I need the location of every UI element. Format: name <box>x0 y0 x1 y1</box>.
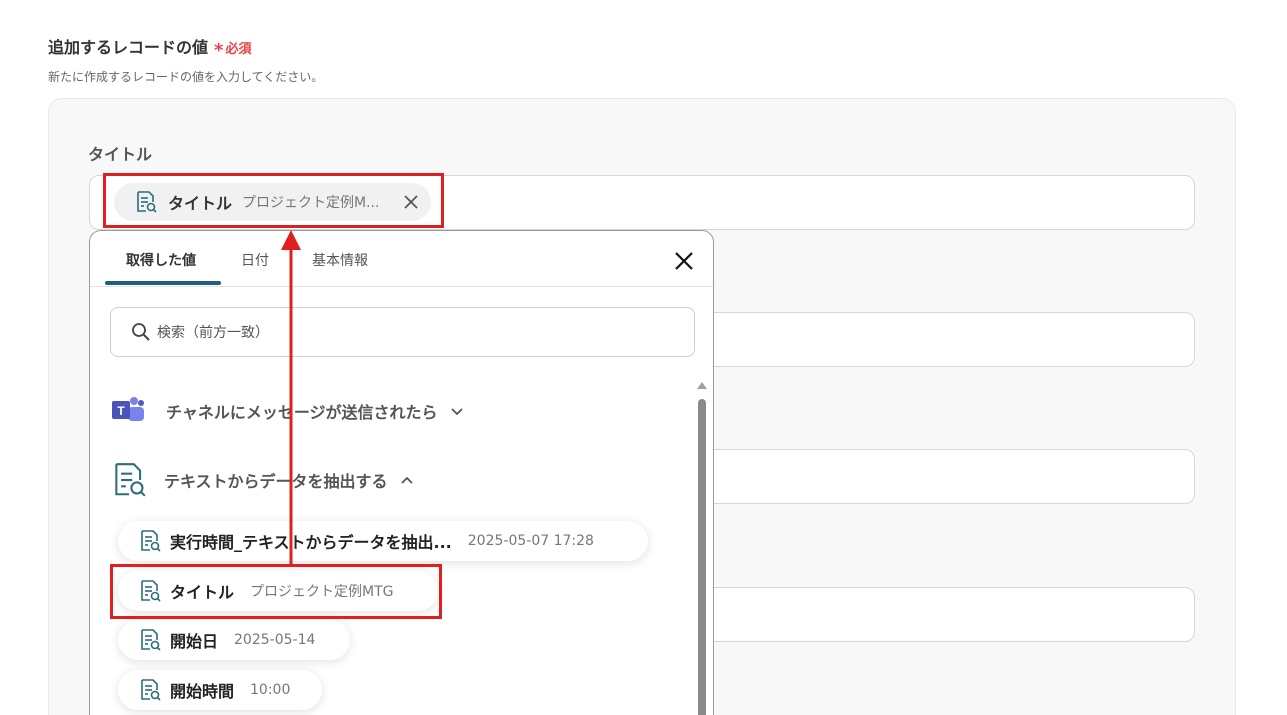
chevron-down-icon <box>450 408 463 416</box>
section-title-text: 追加するレコードの値 <box>48 38 209 57</box>
group-label-teams: チャネルにメッセージが送信されたら <box>166 403 438 422</box>
tab-acquired-values[interactable]: 取得した値 <box>126 250 196 270</box>
doc-search-icon <box>115 463 146 497</box>
tab-date[interactable]: 日付 <box>241 250 269 270</box>
doc-search-icon <box>141 530 161 552</box>
item-value: 2025-05-14 <box>234 632 316 648</box>
item-name: 開始時間 <box>170 682 235 701</box>
active-tab-indicator <box>105 281 221 285</box>
group-extract-text[interactable]: テキストからデータを抽出する <box>110 461 414 499</box>
field-label-title: タイトル <box>88 145 153 164</box>
list-item[interactable]: 開始時間 10:00 <box>118 670 322 710</box>
teams-icon: T <box>112 397 144 421</box>
highlight-box-field <box>103 173 444 228</box>
tab-bar: 取得した値 日付 基本情報 <box>90 231 713 287</box>
group-teams-trigger[interactable]: T チャネルにメッセージが送信されたら <box>110 395 464 427</box>
section-description: 新たに作成するレコードの値を入力してください。 <box>48 70 324 84</box>
close-icon[interactable] <box>670 247 698 275</box>
required-badge: * 必須 <box>214 40 252 61</box>
item-value: 2025-05-07 17:28 <box>467 533 594 549</box>
list-item[interactable]: 実行時間_テキストからデータを抽出... 2025-05-07 17:28 <box>118 521 648 561</box>
tab-basic-info[interactable]: 基本情報 <box>312 250 368 270</box>
item-name: 開始日 <box>170 632 219 651</box>
highlight-box-item <box>110 564 442 619</box>
chevron-up-icon <box>400 476 413 484</box>
section-title: 追加するレコードの値 * 必須 <box>48 34 251 61</box>
group-label-extract: テキストからデータを抽出する <box>164 472 388 491</box>
scroll-thumb[interactable] <box>698 399 706 715</box>
search-input[interactable]: 検索（前方一致） <box>110 307 695 357</box>
item-value: 10:00 <box>250 682 291 698</box>
scroll-up-arrow-icon[interactable] <box>697 382 707 389</box>
list-item[interactable]: 開始日 2025-05-14 <box>118 620 350 660</box>
doc-search-icon <box>141 679 161 701</box>
search-placeholder: 検索（前方一致） <box>157 325 269 341</box>
item-name: 実行時間_テキストからデータを抽出... <box>170 533 452 552</box>
scrollbar[interactable] <box>695 379 707 715</box>
doc-search-icon <box>141 629 161 651</box>
search-icon <box>132 323 150 341</box>
svg-text:T: T <box>117 404 125 418</box>
variable-picker-dropdown: 取得した値 日付 基本情報 検索（前方一致） T チャネルにメッセージが送信され… <box>89 230 714 715</box>
